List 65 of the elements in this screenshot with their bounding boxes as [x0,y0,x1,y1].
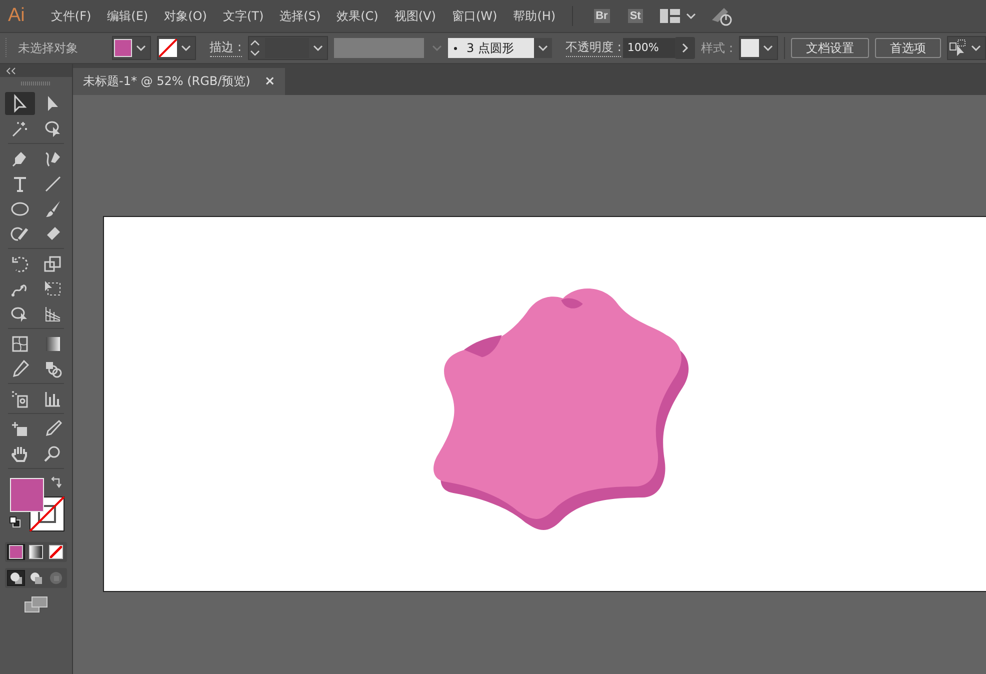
gradient-mode-button[interactable] [27,544,45,560]
stock-button[interactable]: St [628,9,643,23]
menu-item[interactable]: 帮助(H) [505,8,564,24]
menu-item[interactable]: 对象(O) [156,8,215,24]
menu-item[interactable]: 效果(C) [328,8,386,24]
default-colors-icon[interactable] [9,516,21,528]
screen-mode-icon[interactable] [24,596,48,614]
mesh-icon [10,334,30,354]
app-logo: Ai [8,5,25,27]
zoom-icon [42,444,62,464]
toolbar-button[interactable]: 首选项 [875,38,941,58]
stroke-label[interactable]: 描边 : [210,39,242,57]
arrange-icon [949,39,967,57]
color-mode-button[interactable] [7,544,25,560]
menu-item[interactable]: 文件(F) [42,8,100,24]
chevron-right-icon[interactable] [675,37,696,59]
normal-mode-icon [9,571,23,585]
caret-icon[interactable] [686,13,696,19]
menu-item[interactable]: 文字(T) [214,8,272,24]
opacity-label[interactable]: 不透明度 : [566,39,622,57]
arrange-dropdown[interactable] [947,36,986,60]
close-tab-button[interactable]: × [264,74,276,89]
caret-icon [136,45,146,51]
none-mode-button[interactable] [47,544,65,560]
stroke-weight-field[interactable] [248,36,328,60]
lasso-icon [42,118,62,138]
scale-icon [42,254,62,274]
fill-swatch[interactable] [10,478,44,512]
workspace-icon[interactable] [660,9,680,23]
bridge-button[interactable]: Br [594,9,610,23]
menu-item[interactable]: 视图(V) [386,8,444,24]
selection-status: 未选择对象 [18,40,79,56]
caret-icon [763,45,773,51]
sync-icon[interactable] [710,6,734,26]
spray-can-icon [10,388,30,408]
opacity-field[interactable]: 100% [623,38,676,58]
toolbar-button[interactable]: 文档设置 [791,38,869,58]
stepper-icon [248,38,261,58]
caret-icon [312,45,323,51]
graphic-style-dropdown[interactable] [739,36,778,60]
line-icon [42,174,62,194]
brush-dropdown[interactable]: 3 点圆形 [448,38,552,58]
draw-normal-button[interactable] [7,570,25,586]
none-swatch-icon [158,39,177,57]
style-swatch-icon [741,39,759,57]
grip-icon[interactable] [5,38,8,58]
menu-item[interactable]: 窗口(W) [444,8,506,24]
caret-icon [432,45,442,51]
caret-icon [538,45,548,51]
menu-item[interactable]: 编辑(E) [99,8,156,24]
menu-item[interactable]: 选择(S) [272,8,329,24]
grip-icon[interactable] [21,81,51,86]
collapse-icon[interactable] [6,66,16,74]
caret-icon [971,45,981,51]
style-label: 样式 : [701,40,733,56]
stroke-color-dropdown[interactable] [156,36,196,60]
fill-color-dropdown[interactable] [112,36,151,60]
behind-mode-icon [29,571,43,585]
document-tab[interactable]: 未标题-1* @ 52% (RGB/预览) × [73,68,286,95]
free-transform-icon [42,278,62,298]
caret-icon [180,45,191,51]
inside-mode-icon [49,571,63,585]
arrow-pointer-tool-button[interactable] [4,92,34,115]
swap-arrow-icon[interactable] [51,476,63,488]
fill-swatch-icon [114,39,132,57]
